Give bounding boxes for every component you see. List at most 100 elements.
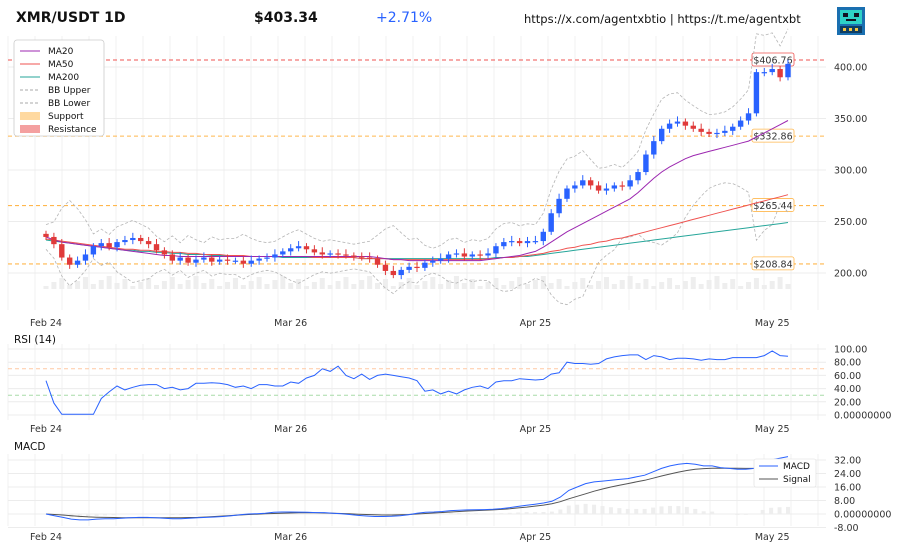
candle — [161, 250, 168, 255]
candle — [509, 241, 515, 243]
candle — [51, 236, 57, 245]
candle — [398, 269, 404, 276]
legend-label: Signal — [783, 475, 811, 485]
x-tick-label: May 25 — [755, 318, 790, 329]
volume-bar — [98, 280, 104, 289]
macd-histogram-bar — [195, 514, 200, 515]
candle — [737, 120, 744, 127]
volume-bar — [288, 283, 294, 289]
macd-histogram-bar — [659, 506, 664, 514]
macd-histogram-bar — [592, 504, 597, 514]
volume-bar — [461, 283, 467, 289]
volume-bar — [367, 276, 373, 289]
candle — [43, 233, 49, 237]
candle — [682, 121, 689, 126]
candle — [587, 180, 594, 186]
macd-histogram-bar — [516, 512, 521, 514]
x-tick-label: May 25 — [755, 532, 790, 543]
volume-bar — [619, 280, 625, 289]
macd-histogram-bar — [533, 512, 538, 514]
legend-label: MACD — [783, 462, 810, 472]
y-tick-label: 250.00 — [834, 217, 867, 228]
candle — [730, 126, 736, 131]
volume-bar — [319, 278, 325, 289]
level-label: $332.86 — [753, 132, 792, 143]
macd-histogram-bar — [743, 514, 748, 515]
macd-histogram-bar — [162, 514, 167, 515]
volume-bar — [154, 285, 160, 289]
candle — [232, 260, 239, 262]
y-tick-label: 40.00 — [834, 384, 861, 395]
candle — [414, 266, 420, 269]
candle — [580, 180, 586, 186]
candle — [390, 270, 397, 276]
macd-histogram-bar — [752, 514, 757, 515]
candle — [698, 128, 704, 132]
level-label: $208.84 — [753, 259, 792, 270]
candle — [706, 131, 712, 134]
volume-bar — [603, 277, 609, 289]
price-legend: MA20 MA50 MA200 BB Upper BB Lower Support Resi… — [13, 39, 105, 137]
macd-histogram-bar — [760, 509, 765, 514]
candle — [209, 257, 215, 262]
candle — [295, 246, 302, 249]
macd-histogram-bar — [786, 506, 790, 514]
macd-histogram-bar — [710, 511, 715, 514]
volume-bar — [303, 286, 309, 289]
candle — [201, 257, 207, 260]
volume-bar — [43, 286, 49, 289]
candle — [501, 242, 507, 247]
candle — [532, 241, 539, 243]
legend-label: Resistance — [48, 125, 97, 135]
macd-histogram-bar — [178, 514, 183, 516]
candle — [216, 259, 223, 262]
candle — [264, 257, 270, 259]
candle — [106, 243, 112, 248]
macd-histogram-bar — [642, 508, 647, 514]
volume-bar — [296, 279, 302, 289]
macd-histogram-bar — [111, 514, 116, 516]
y-tick-label: 24.00 — [834, 469, 861, 480]
candle — [753, 72, 760, 114]
volume-bar — [351, 284, 357, 289]
y-tick-label: 32.00 — [834, 456, 861, 467]
volume-bar — [422, 281, 428, 289]
macd-histogram-bar — [136, 513, 141, 515]
volume-bar — [414, 285, 420, 289]
volume-bar — [59, 278, 65, 289]
macd-histogram-bar — [726, 514, 731, 515]
volume-bar — [746, 282, 752, 289]
candle — [138, 237, 144, 242]
macd-histogram-bar — [777, 507, 782, 514]
volume-bar — [51, 282, 57, 289]
volume-bar — [674, 285, 680, 289]
macd-histogram-bar — [651, 507, 656, 514]
macd-histogram-bar — [600, 506, 605, 514]
volume-bar — [469, 279, 475, 289]
volume-bar — [651, 286, 657, 289]
y-tick-label: 60.00 — [834, 371, 861, 382]
candle — [153, 244, 160, 251]
macd-histogram-bar — [474, 513, 479, 514]
candle — [651, 141, 657, 155]
volume-bar — [217, 286, 223, 289]
volume-bar — [690, 277, 696, 289]
candle — [485, 253, 491, 256]
candle — [272, 254, 278, 258]
candle — [619, 185, 625, 187]
volume-bar — [611, 284, 617, 289]
x-tick-label: Mar 26 — [274, 424, 307, 435]
y-tick-label: 350.00 — [834, 114, 867, 125]
volume-bar — [114, 283, 120, 289]
candle — [666, 123, 673, 129]
candle — [430, 260, 436, 263]
candle — [627, 180, 633, 187]
volume-bar — [564, 286, 570, 289]
y-tick-label: 0.00000000 — [834, 510, 891, 521]
macd-histogram-bar — [221, 514, 226, 515]
volume-bar — [761, 285, 767, 289]
volume-bar — [90, 284, 96, 289]
volume-bar — [635, 283, 641, 289]
x-tick-label: Apr 25 — [520, 424, 552, 435]
x-tick-label: Feb 24 — [30, 424, 62, 435]
